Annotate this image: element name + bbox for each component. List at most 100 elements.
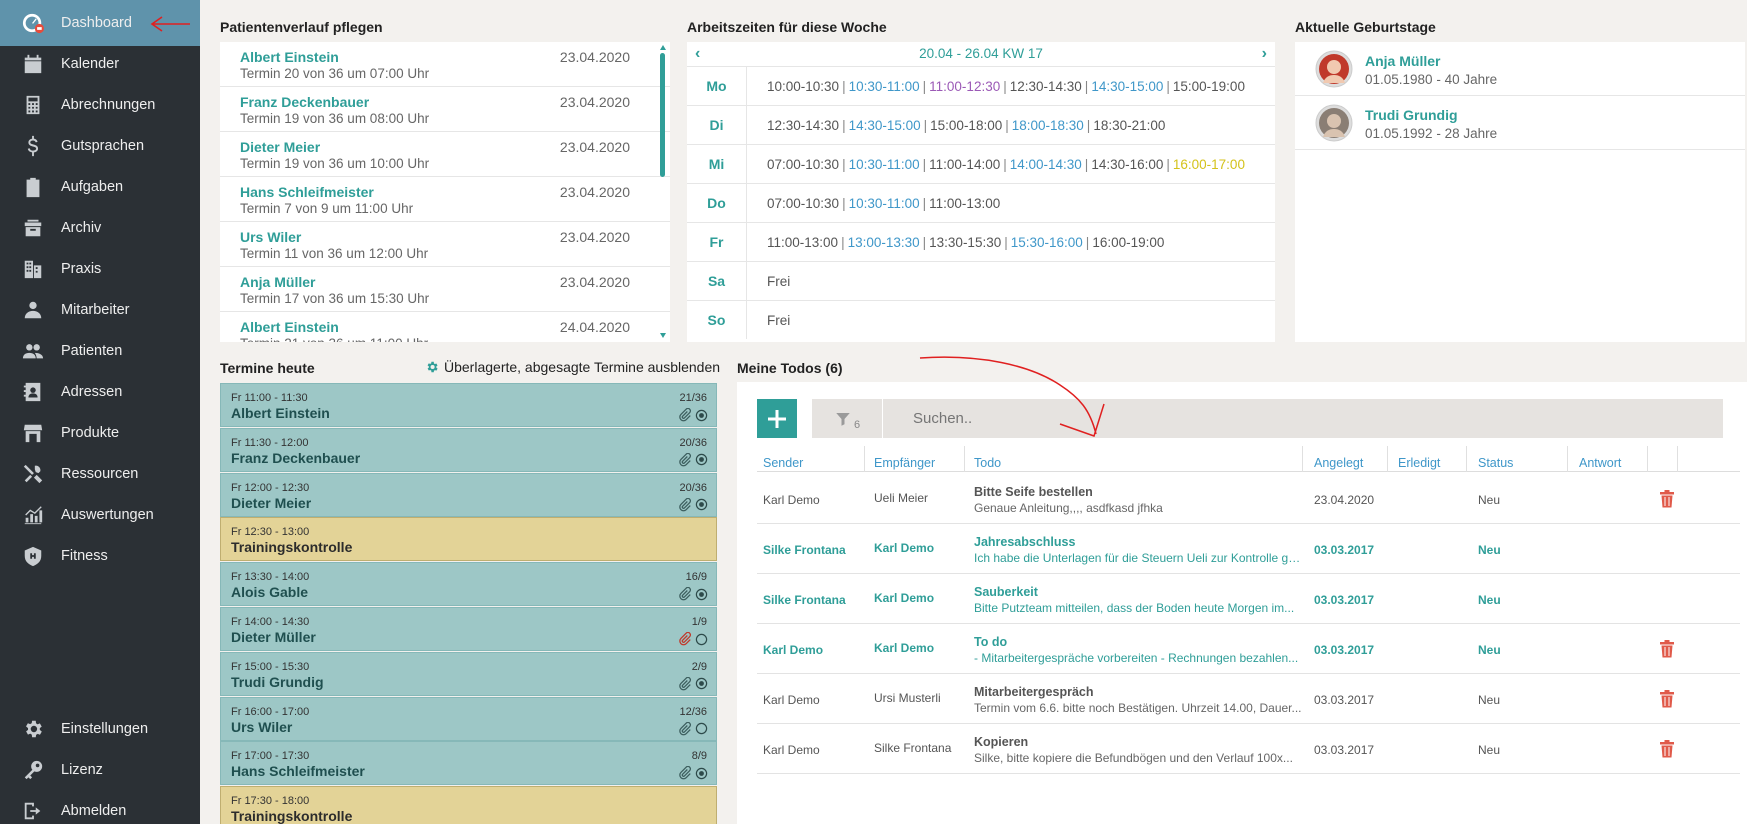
col-answer[interactable]: Antwort xyxy=(1579,456,1621,470)
paperclip-icon[interactable] xyxy=(678,676,692,691)
time-slot[interactable]: 07:00-10:30 xyxy=(767,157,839,172)
col-recipient[interactable]: Empfänger xyxy=(874,456,935,470)
col-sender[interactable]: Sender xyxy=(763,456,803,470)
paperclip-icon[interactable] xyxy=(678,408,692,422)
time-slot[interactable]: 12:30-14:30 xyxy=(1010,79,1082,94)
chevron-left-icon[interactable]: ‹ xyxy=(695,45,700,63)
list-item[interactable]: Anja Müller 01.05.1980 - 40 Jahre xyxy=(1295,42,1745,96)
sidebar-item-produkte[interactable]: Produkte xyxy=(0,410,200,456)
list-item[interactable]: Anja Müller Termin 17 von 36 um 15:30 Uhr… xyxy=(220,267,670,312)
list-item[interactable]: Franz Deckenbauer Termin 19 von 36 um 08:… xyxy=(220,87,670,132)
time-slot[interactable]: 14:30-15:00 xyxy=(849,118,921,133)
paperclip-icon[interactable] xyxy=(678,766,692,780)
scroll-up-icon[interactable] xyxy=(660,45,666,50)
time-slot[interactable]: 14:30-15:00 xyxy=(1091,79,1163,94)
trash-icon[interactable] xyxy=(1659,740,1675,758)
add-todo-button[interactable] xyxy=(757,399,797,438)
scrollbar[interactable] xyxy=(659,45,667,338)
sidebar-item-fitness[interactable]: Fitness xyxy=(0,533,200,579)
col-created[interactable]: Angelegt xyxy=(1314,456,1363,470)
time-slot[interactable]: 10:30-11:00 xyxy=(849,157,920,172)
sidebar-item-adressen[interactable]: Adressen xyxy=(0,369,200,415)
chevron-right-icon[interactable]: › xyxy=(1262,45,1267,63)
record-filled-icon[interactable] xyxy=(695,409,708,422)
paperclip-icon[interactable] xyxy=(678,452,692,467)
appointment-card[interactable]: Fr 16:00 - 17:00 Urs Wiler 12/36 xyxy=(220,696,717,741)
appointment-card[interactable]: Fr 11:30 - 12:00 Franz Deckenbauer 20/36 xyxy=(220,427,717,472)
time-slot[interactable]: 11:00-14:00 xyxy=(929,157,1000,172)
time-slot[interactable]: 12:30-14:30 xyxy=(767,118,839,133)
table-row[interactable]: Silke Frontana Karl Demo Jahresabschluss Ic… xyxy=(757,524,1740,574)
sidebar-item-lizenz[interactable]: Lizenz xyxy=(0,747,200,793)
time-slot[interactable]: 16:00-19:00 xyxy=(1092,235,1164,250)
time-slot[interactable]: 16:00-17:00 xyxy=(1173,157,1245,172)
sidebar-item-aufgaben[interactable]: Aufgaben xyxy=(0,164,200,210)
appointment-card[interactable]: Fr 17:30 - 18:00 Trainingskontrolle xyxy=(220,786,717,824)
paperclip-icon[interactable] xyxy=(678,632,692,646)
record-filled-icon[interactable] xyxy=(695,453,708,466)
sidebar-item-patienten[interactable]: Patienten xyxy=(0,328,200,374)
appointment-card[interactable]: Fr 13:30 - 14:00 Alois Gable 16/9 xyxy=(220,562,717,607)
sidebar-item-ressourcen[interactable]: Ressourcen xyxy=(0,451,200,497)
time-slot[interactable]: 13:00-13:30 xyxy=(848,235,920,250)
table-row[interactable]: Karl Demo Ursi Musterli Mitarbeitergespräc… xyxy=(757,674,1740,724)
sidebar-item-dashboard[interactable]: Dashboard xyxy=(0,0,200,46)
paperclip-icon[interactable] xyxy=(678,497,692,512)
trash-icon[interactable] xyxy=(1659,690,1675,708)
appointment-card[interactable]: Fr 17:00 - 17:30 Hans Schleifmeister 8/9 xyxy=(220,741,717,786)
trash-icon[interactable] xyxy=(1659,490,1675,508)
time-slot[interactable]: 11:00-12:30 xyxy=(929,79,1000,94)
appointment-card[interactable]: Fr 14:00 - 14:30 Dieter Müller 1/9 xyxy=(220,607,717,651)
table-row[interactable]: Karl Demo Silke Frontana Kopieren Silke, bi… xyxy=(757,724,1740,774)
time-slot[interactable]: 11:00-13:00 xyxy=(767,235,838,250)
hide-overlapping-toggle[interactable]: Überlagerte, abgesagte Termine ausblende… xyxy=(425,359,720,375)
record-filled-icon[interactable] xyxy=(695,588,708,601)
list-item[interactable]: Dieter Meier Termin 19 von 36 um 10:00 Uh… xyxy=(220,132,670,177)
time-slot[interactable]: Frei xyxy=(767,313,790,328)
sidebar-item-einstellungen[interactable]: Einstellungen xyxy=(0,706,200,752)
table-row[interactable]: Karl Demo Karl Demo To do - Mitarbeitergesp… xyxy=(757,624,1740,674)
time-slot[interactable]: 14:30-16:00 xyxy=(1091,157,1163,172)
list-item[interactable]: Albert EinsteinTermin 21 von 36 um 11:00… xyxy=(220,312,670,342)
time-slot[interactable]: 10:30-11:00 xyxy=(849,196,920,211)
sidebar-item-abrechnungen[interactable]: Abrechnungen xyxy=(0,82,200,128)
col-status[interactable]: Status xyxy=(1478,456,1513,470)
time-slot[interactable]: 15:00-19:00 xyxy=(1173,79,1245,94)
time-slot[interactable]: 18:00-18:30 xyxy=(1012,118,1084,133)
time-slot[interactable]: 13:30-15:30 xyxy=(929,235,1001,250)
trash-icon[interactable] xyxy=(1659,640,1675,658)
paperclip-icon[interactable] xyxy=(678,721,692,736)
sidebar-item-kalender[interactable]: Kalender xyxy=(0,41,200,87)
col-done[interactable]: Erledigt xyxy=(1398,456,1440,470)
record-empty-icon[interactable] xyxy=(695,722,708,735)
time-slot[interactable]: 11:00-13:00 xyxy=(929,196,1000,211)
sidebar-item-abmelden[interactable]: Abmelden xyxy=(0,788,200,824)
sidebar-item-archiv[interactable]: Archiv xyxy=(0,205,200,251)
record-empty-icon[interactable] xyxy=(695,633,708,646)
appointment-card[interactable]: Fr 12:30 - 13:00 Trainingskontrolle xyxy=(220,517,717,562)
time-slot[interactable]: 10:30-11:00 xyxy=(849,79,920,94)
sidebar-item-mitarbeiter[interactable]: Mitarbeiter xyxy=(0,287,200,333)
time-slot[interactable]: 15:30-16:00 xyxy=(1011,235,1083,250)
sidebar-item-praxis[interactable]: Praxis xyxy=(0,246,200,292)
sidebar-item-auswertungen[interactable]: Auswertungen xyxy=(0,492,200,538)
time-slot[interactable]: 14:00-14:30 xyxy=(1010,157,1082,172)
sidebar-item-gutsprachen[interactable]: Gutsprachen xyxy=(0,123,200,169)
col-todo[interactable]: Todo xyxy=(974,456,1001,470)
list-item[interactable]: Hans Schleifmeister Termin 7 von 9 um 11:… xyxy=(220,177,670,222)
table-row[interactable]: Silke Frontana Karl Demo Sauberkeit Bitte P… xyxy=(757,574,1740,624)
list-item[interactable]: Trudi Grundig 01.05.1992 - 28 Jahre xyxy=(1295,96,1745,150)
list-item[interactable]: Albert Einstein Termin 20 von 36 um 07:00… xyxy=(220,42,670,87)
time-slot[interactable]: 15:00-18:00 xyxy=(930,118,1002,133)
appointment-card[interactable]: Fr 12:00 - 12:30 Dieter Meier 20/36 xyxy=(220,472,717,517)
scroll-down-icon[interactable] xyxy=(660,333,666,338)
todo-search-input[interactable] xyxy=(883,399,1723,438)
table-row[interactable]: Karl Demo Ueli Meier Bitte Seife bestellen… xyxy=(757,474,1740,524)
appointment-card[interactable]: Fr 11:00 - 11:30 Albert Einstein 21/36 xyxy=(220,383,717,427)
time-slot[interactable]: Frei xyxy=(767,274,790,289)
record-filled-icon[interactable] xyxy=(695,677,708,690)
paperclip-icon[interactable] xyxy=(678,587,692,601)
scrollbar-thumb[interactable] xyxy=(660,53,665,177)
record-filled-icon[interactable] xyxy=(695,767,708,780)
filter-button[interactable]: 6 xyxy=(812,399,882,438)
